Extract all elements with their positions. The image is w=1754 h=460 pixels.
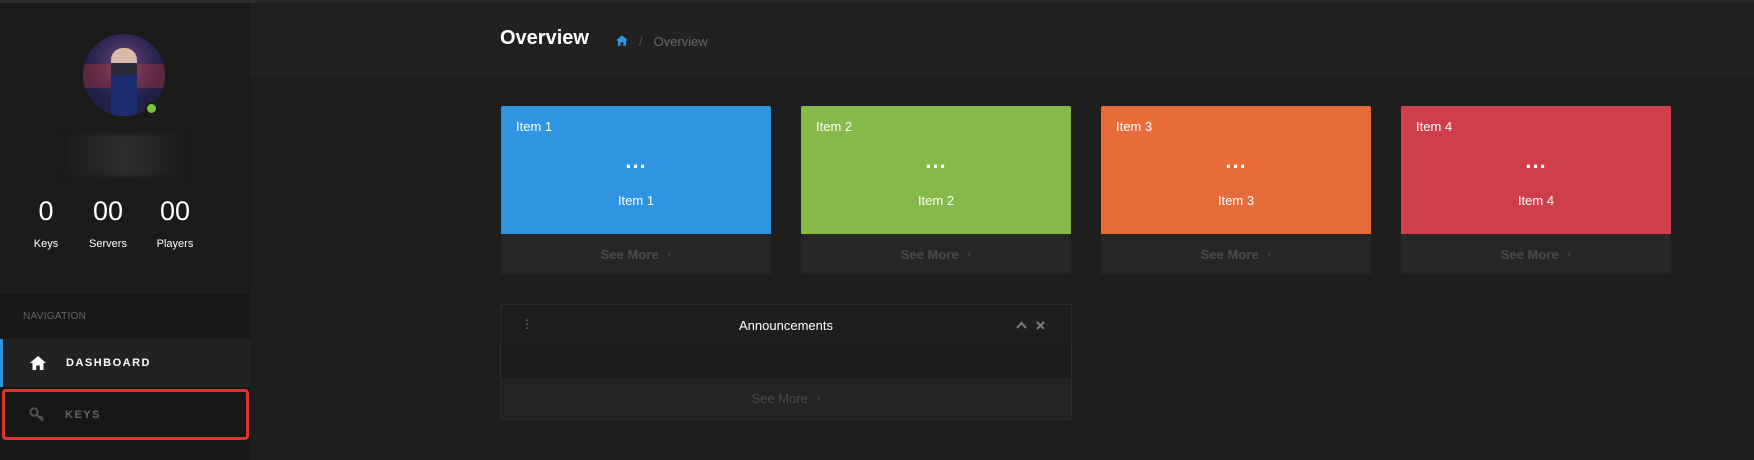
chevron-right-icon: › <box>667 248 672 260</box>
sidebar-item-label: DASHBOARD <box>66 357 151 369</box>
card-subtitle: Item 2 <box>917 193 955 208</box>
avatar-figure <box>111 48 137 116</box>
key-icon <box>26 406 48 423</box>
card-title: Item 2 <box>816 119 853 134</box>
card-subtitle: Item 4 <box>1517 193 1555 208</box>
card-title: Item 4 <box>1416 119 1453 134</box>
sidebar: 0 Keys 00 Servers 00 Players NAVIGATION … <box>0 3 250 460</box>
card-title: Item 3 <box>1116 119 1153 134</box>
stat-servers: 00 Servers <box>85 195 131 250</box>
stat-card-2: Item 2 ... Item 2 See More › <box>801 106 1071 274</box>
online-status-dot <box>145 102 158 115</box>
announcements-panel: ⋮ Announcements See More › <box>500 304 1072 420</box>
see-more-label: See More <box>900 246 959 262</box>
sidebar-item-dashboard[interactable]: DASHBOARD <box>0 339 250 387</box>
see-more-link[interactable]: See More › <box>1401 234 1671 274</box>
chevron-right-icon: › <box>967 248 972 260</box>
stat-keys-value: 0 <box>38 196 54 226</box>
card-body: Item 2 ... Item 2 <box>801 106 1071 234</box>
card-value: ... <box>1525 148 1547 173</box>
sidebar-item-label: KEYS <box>65 408 101 421</box>
card-body: Item 4 ... Item 4 <box>1401 106 1671 234</box>
see-more-link[interactable]: See More › <box>501 378 1071 419</box>
card-value: ... <box>625 148 647 173</box>
see-more-label: See More <box>600 246 659 262</box>
stat-keys-label: Keys <box>33 238 59 250</box>
see-more-link[interactable]: See More › <box>1101 234 1371 274</box>
collapse-chevron-up-icon[interactable] <box>1016 317 1027 332</box>
stat-servers-label: Servers <box>89 238 127 250</box>
page-title: Overview <box>500 27 589 49</box>
stat-keys: 0 Keys <box>33 195 59 250</box>
stat-players-value: 00 <box>159 196 191 226</box>
breadcrumb-home-icon[interactable] <box>616 34 628 49</box>
see-more-label: See More <box>751 391 808 406</box>
sidebar-item-keys[interactable]: KEYS <box>2 389 249 440</box>
card-value: ... <box>1225 148 1247 173</box>
panel-title: Announcements <box>739 318 833 333</box>
breadcrumb: / Overview <box>616 34 708 49</box>
stat-players: 00 Players <box>150 195 200 250</box>
see-more-link[interactable]: See More › <box>501 234 771 274</box>
chevron-right-icon: › <box>816 392 821 405</box>
card-body: Item 3 ... Item 3 <box>1101 106 1371 234</box>
stat-card-1: Item 1 ... Item 1 See More › <box>501 106 771 274</box>
close-icon[interactable] <box>1036 318 1045 333</box>
card-subtitle: Item 3 <box>1217 193 1255 208</box>
see-more-label: See More <box>1200 246 1259 262</box>
panel-header: ⋮ Announcements <box>501 305 1071 347</box>
username-blurred <box>65 134 185 176</box>
page-header: Overview / Overview <box>250 3 1754 77</box>
stat-card-4: Item 4 ... Item 4 See More › <box>1401 106 1671 274</box>
see-more-label: See More <box>1500 246 1559 262</box>
chevron-right-icon: › <box>1267 248 1272 260</box>
card-value: ... <box>925 148 947 173</box>
card-title: Item 1 <box>516 119 553 134</box>
breadcrumb-current: Overview <box>653 34 708 49</box>
profile-panel: 0 Keys 00 Servers 00 Players <box>0 3 250 293</box>
card-body: Item 1 ... Item 1 <box>501 106 771 234</box>
nav-heading: NAVIGATION <box>23 311 87 322</box>
see-more-link[interactable]: See More › <box>801 234 1071 274</box>
stat-servers-value: 00 <box>92 196 124 226</box>
card-subtitle: Item 1 <box>617 193 655 208</box>
home-icon <box>27 356 49 370</box>
stat-players-label: Players <box>156 238 194 250</box>
chevron-right-icon: › <box>1567 248 1572 260</box>
stat-card-3: Item 3 ... Item 3 See More › <box>1101 106 1371 274</box>
breadcrumb-separator: / <box>639 34 643 49</box>
